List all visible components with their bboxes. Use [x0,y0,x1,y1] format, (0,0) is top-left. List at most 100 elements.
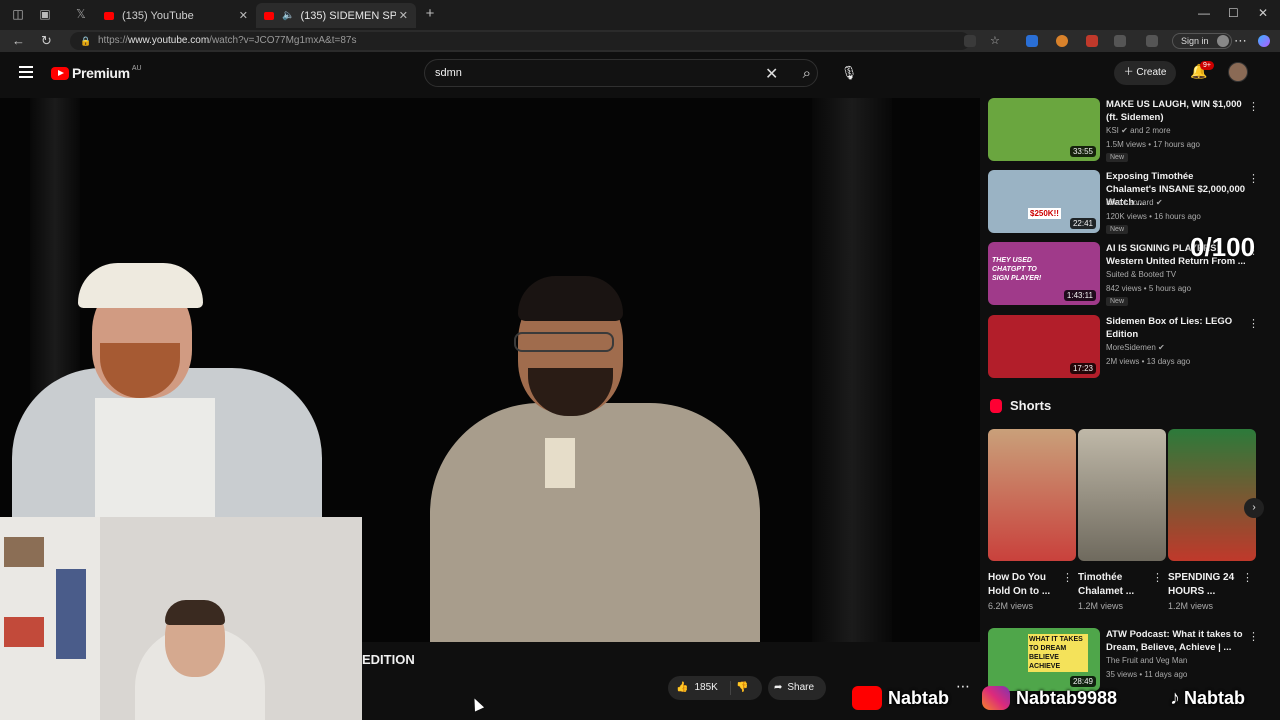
new-tab-icon[interactable]: + [423,6,437,21]
minimize-icon[interactable]: — [1198,6,1210,20]
create-button[interactable]: ＋ Create [1114,61,1176,85]
short-thumbnail[interactable] [1168,429,1256,561]
youtube-logo[interactable]: Premium AU [51,65,142,81]
short-title[interactable]: How Do You Hold On to ... [988,571,1056,599]
video-thumbnail[interactable]: $250K!! 22:41 [988,170,1100,233]
channel-name[interactable]: Suited & Booted TV [1106,270,1176,279]
youtube-icon [852,686,882,710]
refresh-icon[interactable]: ↻ [41,33,52,49]
speaker-icon[interactable]: 🔈 [282,10,294,21]
short-item[interactable]: SPENDING 24 HOURS ... 1.2M views ⋮ [1168,429,1256,611]
short-title[interactable]: Timothée Chalamet ... [1078,571,1146,599]
webcam-shelf-item [4,617,44,647]
channel-name[interactable]: Nico Leonard [1106,198,1154,207]
menu-icon[interactable] [19,66,33,81]
tab-youtube[interactable]: (135) YouTube ✕ [96,3,256,28]
duration-badge: 22:41 [1069,218,1096,229]
signin-label: Sign in [1181,36,1209,46]
tab-sidemen-video[interactable]: 🔈 (135) SIDEMEN SPEND $10( ✕ [256,3,416,28]
kebab-menu-icon[interactable]: ⋮ [1248,100,1259,113]
more-actions-icon[interactable]: ⋯ [956,678,970,695]
share-button[interactable]: ➦ Share [768,676,826,700]
short-item[interactable]: How Do You Hold On to ... 6.2M views ⋮ [988,429,1076,611]
social-handle: Nabtab [1184,687,1246,708]
favorite-star-icon[interactable]: ☆ [990,35,1002,47]
short-title[interactable]: SPENDING 24 HOURS ... [1168,571,1236,599]
kebab-menu-icon[interactable]: ⋮ [1152,571,1163,584]
tab-label: (135) YouTube [122,9,194,22]
clear-search-icon[interactable]: ✕ [765,64,778,84]
favorites-icon[interactable] [1146,35,1158,47]
channel-extra: and 2 more [1130,126,1171,135]
url-host: www.youtube.com [128,35,210,46]
like-count[interactable]: 185K [694,676,717,700]
extension-icon[interactable] [1086,35,1098,47]
youtube-handle-overlay: Nabtab [852,682,949,714]
search-box[interactable]: sdmn ✕ ⌕ [424,59,818,87]
kebab-menu-icon[interactable]: ⋮ [1248,317,1259,330]
microphone-icon[interactable]: 🎙 [836,60,862,86]
lock-icon: 🔒 [80,36,92,46]
kebab-menu-icon[interactable]: ⋮ [1062,571,1073,584]
search-icon[interactable]: ⌕ [803,65,811,82]
profile-icon[interactable]: ◫ [11,7,25,21]
search-input[interactable]: sdmn [435,67,462,79]
more-menu-icon[interactable]: ⋯ [1234,33,1247,49]
channel-name[interactable]: MoreSidemen [1106,343,1156,352]
tiktok-handle-overlay: ♪ Nabtab [1170,682,1245,714]
video-title: EDITION [362,652,415,667]
streamer-hair [165,600,225,625]
x-tab-icon[interactable]: 𝕏 [74,7,88,21]
video-title[interactable]: Sidemen Box of Lies: LEGO Edition [1106,315,1246,341]
dislike-icon[interactable]: 👎 [736,676,748,700]
extension-icon[interactable] [1056,35,1068,47]
curtain [812,98,892,642]
recommendation-item[interactable]: 33:55 MAKE US LAUGH, WIN $1,000 (ft. Sid… [988,98,1273,166]
copilot-icon[interactable] [1258,35,1270,47]
tab-actions-icon[interactable]: ▣ [38,7,52,21]
video-title[interactable]: ATW Podcast: What it takes to Dream, Bel… [1106,628,1246,654]
user-avatar[interactable] [1228,62,1248,82]
short-thumbnail[interactable] [988,429,1076,561]
url-field[interactable]: 🔒 https://www.youtube.com/watch?v=JCO77M… [70,32,970,50]
close-tab-icon[interactable]: ✕ [399,9,408,22]
webcam-shelf-item [4,537,44,567]
kebab-menu-icon[interactable]: ⋮ [1242,571,1253,584]
back-icon[interactable]: ← [12,33,25,48]
person-hair [518,276,623,321]
chevron-right-icon[interactable]: › [1244,498,1264,518]
short-item[interactable]: Timothée Chalamet ... 1.2M views ⋮ [1078,429,1166,611]
kebab-menu-icon[interactable]: ⋮ [1248,630,1259,643]
channel-name[interactable]: KSI [1106,126,1119,135]
like-icon[interactable]: 👍 [676,676,688,700]
video-thumbnail[interactable]: 17:23 [988,315,1100,378]
shorts-icon [990,398,1002,413]
close-tab-icon[interactable]: ✕ [239,9,248,22]
kebab-menu-icon[interactable]: ⋮ [1248,172,1259,185]
extensions-icon[interactable] [1114,35,1126,47]
short-views: 1.2M views [1078,601,1124,611]
youtube-favicon-icon [264,11,274,20]
shorts-heading: Shorts [990,398,1051,413]
duration-badge: 17:23 [1069,363,1096,374]
short-thumbnail[interactable] [1078,429,1166,561]
video-thumbnail[interactable]: THEY USED CHATGPT TO SIGN PLAYER! 1:43:1… [988,242,1100,305]
video-title[interactable]: MAKE US LAUGH, WIN $1,000 (ft. Sidemen) [1106,98,1246,124]
verified-icon: ✔ [1155,198,1163,207]
video-thumbnail[interactable]: 33:55 [988,98,1100,161]
thumbnail-text: WHAT IT TAKES TO DREAM BELIEVE ACHIEVE [1028,634,1088,672]
divider [730,681,731,695]
like-dislike-group: 👍 185K 👎 [668,676,762,700]
shorts-title: Shorts [1010,398,1052,413]
video-meta: 2M views • 13 days ago [1106,357,1191,366]
extension-icon[interactable] [1026,35,1038,47]
app-icon[interactable] [964,35,976,47]
signin-button[interactable]: Sign in [1172,33,1232,49]
close-window-icon[interactable]: ✕ [1258,6,1268,20]
channel-name[interactable]: The Fruit and Veg Man [1106,656,1187,665]
recommendation-item[interactable]: 17:23 Sidemen Box of Lies: LEGO Edition … [988,315,1273,383]
video-meta: 842 views • 5 hours ago [1106,284,1192,293]
recommendation-item[interactable]: $250K!! 22:41 Exposing Timothée Chalamet… [988,170,1273,238]
maximize-icon[interactable]: ☐ [1228,6,1239,20]
person-fleece [430,403,760,642]
